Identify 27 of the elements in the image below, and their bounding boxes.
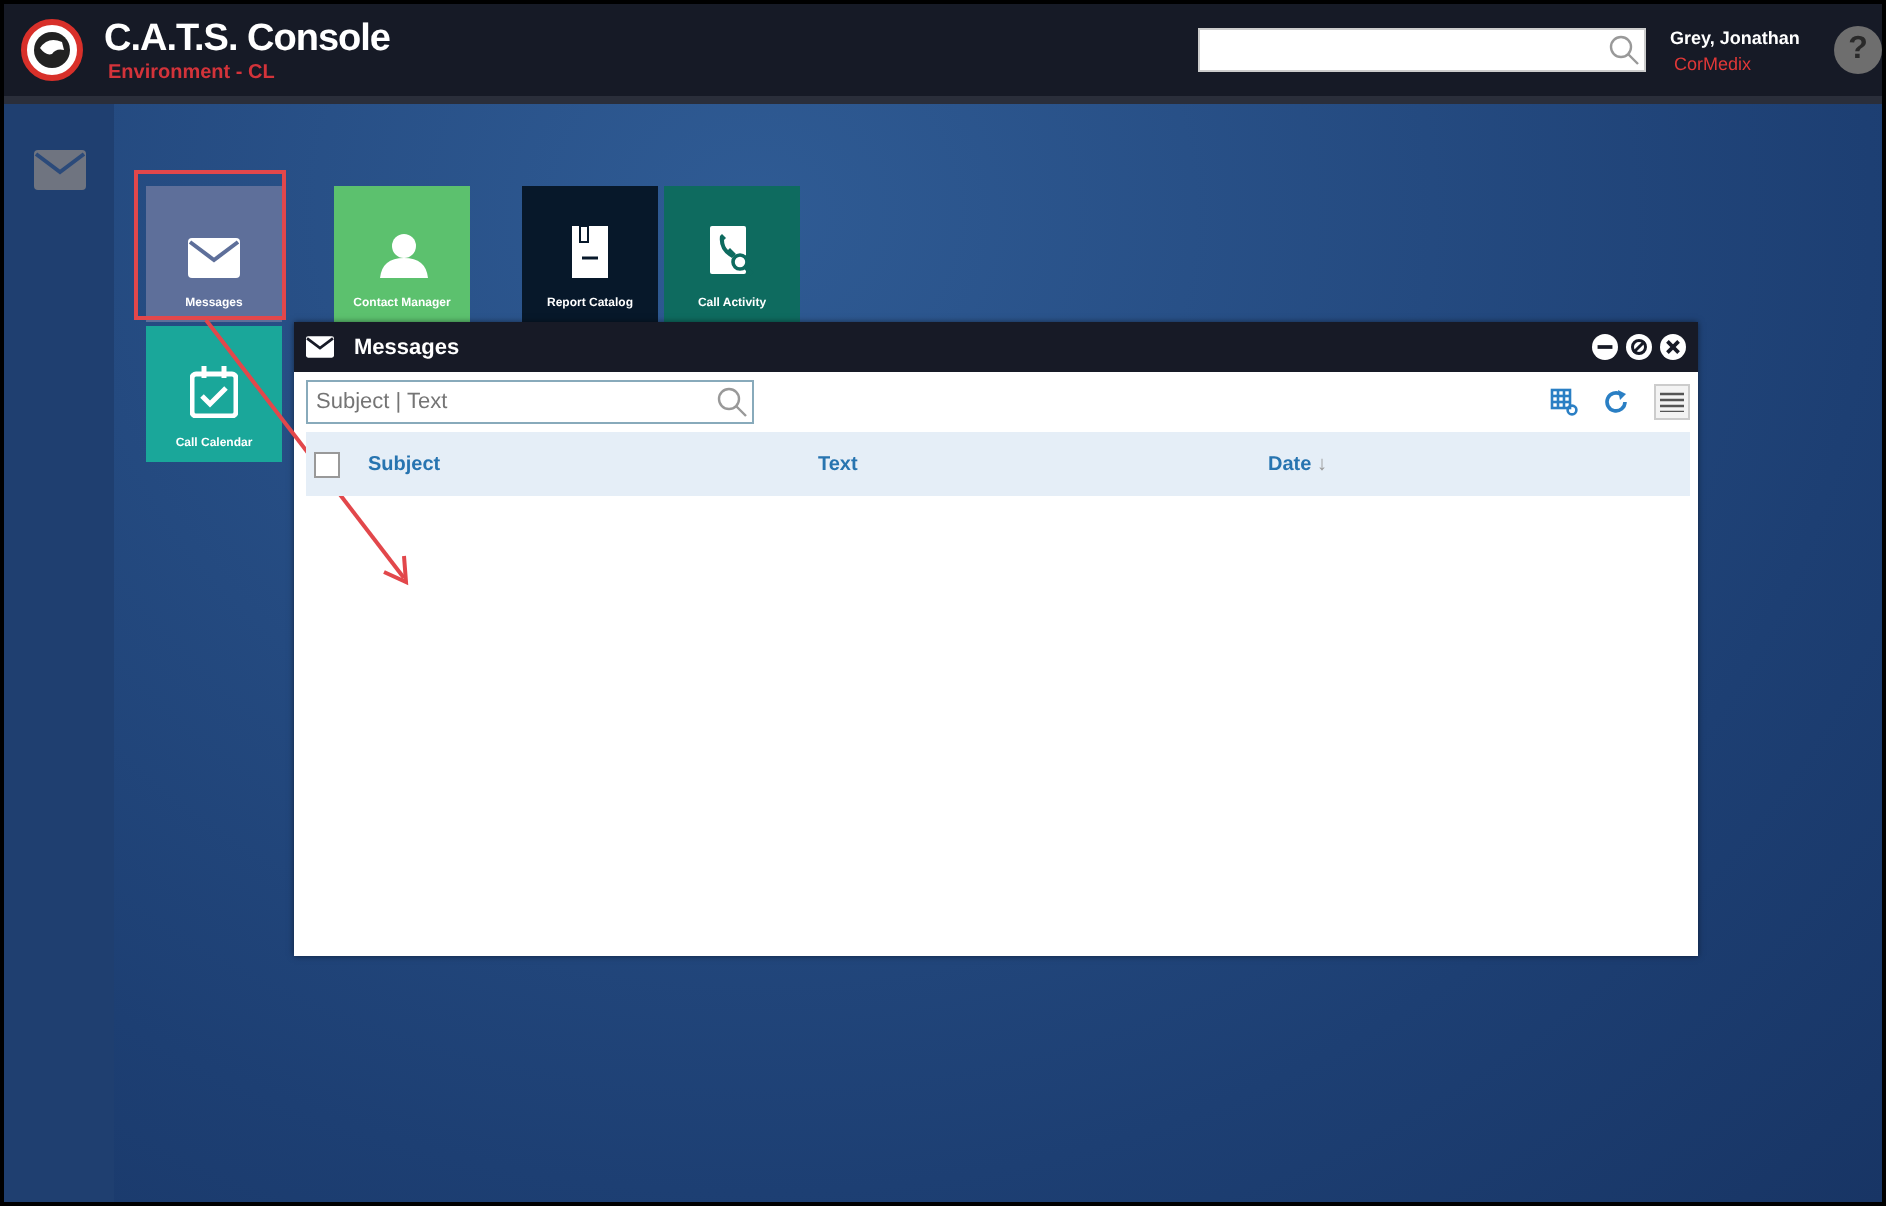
menu-button[interactable] — [1654, 384, 1690, 420]
search-field[interactable]: Subject | Text — [306, 380, 754, 424]
search-icon — [1608, 34, 1640, 66]
minimize-icon[interactable] — [1592, 334, 1618, 360]
calendar-check-icon — [190, 366, 238, 418]
company-name: CorMedix — [1674, 53, 1754, 73]
checkbox[interactable] — [314, 451, 340, 477]
refresh-icon[interactable] — [1602, 388, 1630, 416]
column-header[interactable]: Date ↓ — [1240, 453, 1690, 475]
search-icon — [716, 386, 748, 418]
help-button[interactable]: ? — [1834, 26, 1882, 74]
user-name: Grey, Jonathan — [1670, 27, 1802, 47]
document-icon — [572, 226, 608, 278]
column-header[interactable]: Text — [790, 453, 1240, 475]
environment-label: Environment - CL — [108, 61, 277, 83]
app-title: C.A.T.S. Console — [104, 17, 392, 61]
search-field[interactable] — [1198, 28, 1646, 72]
column-header[interactable]: Subject — [340, 453, 790, 475]
envelope-icon — [188, 238, 240, 278]
person-icon — [376, 230, 428, 278]
restore-icon[interactable] — [1626, 334, 1652, 360]
envelope-icon[interactable] — [33, 150, 85, 190]
logo-icon — [20, 18, 84, 82]
window-title: Messages — [354, 335, 460, 359]
envelope-icon — [306, 336, 334, 358]
grid-settings-icon[interactable] — [1550, 388, 1578, 416]
close-icon[interactable] — [1660, 334, 1686, 360]
